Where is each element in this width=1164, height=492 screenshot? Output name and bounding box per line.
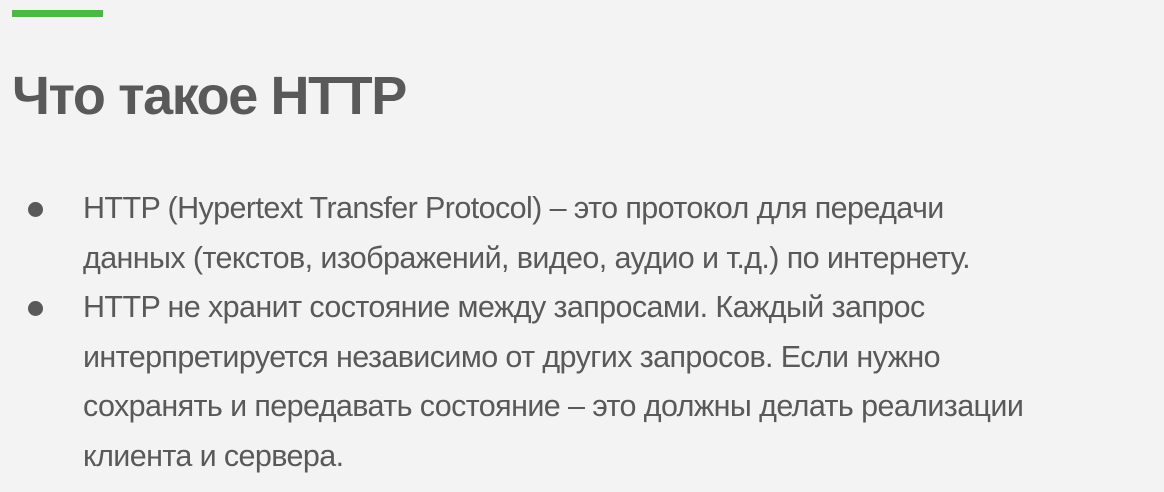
bullet-line: данных (текстов, изображений, видео, ауд… <box>83 240 971 275</box>
bullet-item-http-stateless: HTTP не хранит состояние между запросами… <box>0 283 1164 481</box>
title-accent-bar <box>12 10 103 17</box>
bullet-dot-icon <box>28 202 43 217</box>
bullet-list: HTTP (Hypertext Transfer Protocol) – это… <box>0 184 1164 481</box>
bullet-dot-icon <box>28 301 43 316</box>
slide-title: Что такое HTTP <box>12 66 407 126</box>
bullet-line: клиента и сервера. <box>83 438 344 473</box>
bullet-item-http-definition: HTTP (Hypertext Transfer Protocol) – это… <box>0 184 1164 283</box>
bullet-line: сохранять и передавать состояние – это д… <box>83 389 1024 423</box>
bullet-line: HTTP не хранит состояние между запросами… <box>83 290 925 324</box>
bullet-line: интерпретируется независимо от других за… <box>83 339 941 374</box>
bullet-line: HTTP (Hypertext Transfer Protocol) – это… <box>83 191 944 225</box>
